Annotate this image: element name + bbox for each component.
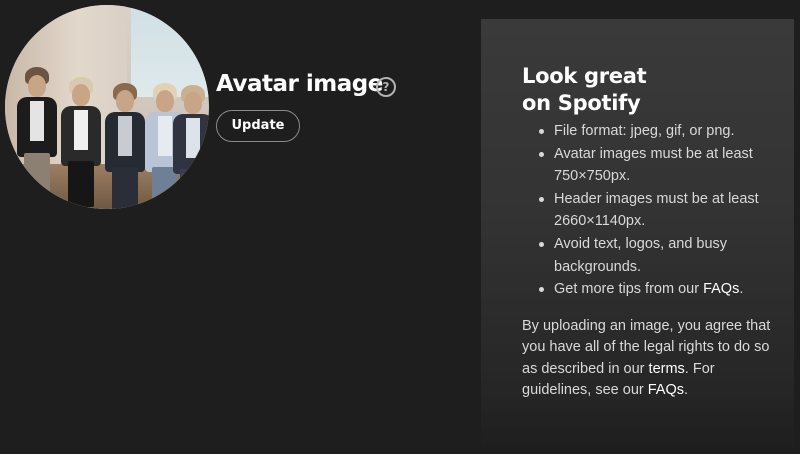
tip-item: Avoid text, logos, and busy backgrounds.	[539, 233, 800, 278]
update-button[interactable]: Update	[216, 110, 300, 142]
avatar-photo[interactable]	[5, 5, 209, 209]
tips-title-line: Look great	[522, 64, 647, 88]
tip-text: Get more tips from our	[554, 281, 704, 298]
terms-link[interactable]: terms	[649, 361, 685, 377]
tip-item: Get more tips from our FAQs.	[539, 278, 800, 301]
tip-text: Avoid text, logos, and busy backgrounds.	[554, 235, 728, 275]
tips-panel: Look great on Spotify File format: jpeg,…	[481, 19, 794, 454]
tips-title: Look great on Spotify	[522, 63, 722, 117]
consent-text-start: By uploading an image, you agree that yo…	[522, 318, 771, 377]
tip-text: File format: jpeg, gif, or png.	[554, 123, 735, 139]
tips-list: File format: jpeg, gif, or png. Avatar i…	[522, 120, 800, 301]
tip-text: Header images must be at least 2660×1140…	[554, 190, 759, 230]
question-mark-icon[interactable]: ?	[376, 77, 396, 97]
avatar-image-heading: Avatar image	[216, 71, 383, 97]
tips-title-line: on Spotify	[522, 91, 641, 115]
tip-item: Avatar images must be at least 750×750px…	[539, 143, 800, 188]
avatar-upload-page: Avatar image ? Update Look great on Spot…	[0, 0, 800, 454]
tip-text-end: .	[739, 281, 744, 298]
consent-text-end: .	[684, 382, 689, 399]
tip-item: File format: jpeg, gif, or png.	[539, 120, 800, 143]
tip-item: Header images must be at least 2660×1140…	[539, 188, 800, 233]
tip-text: Avatar images must be at least 750×750px…	[554, 145, 753, 185]
consent-text: By uploading an image, you agree that yo…	[522, 316, 782, 402]
faqs-link[interactable]: FAQs	[703, 281, 739, 297]
faqs-link[interactable]: FAQs	[648, 382, 684, 398]
